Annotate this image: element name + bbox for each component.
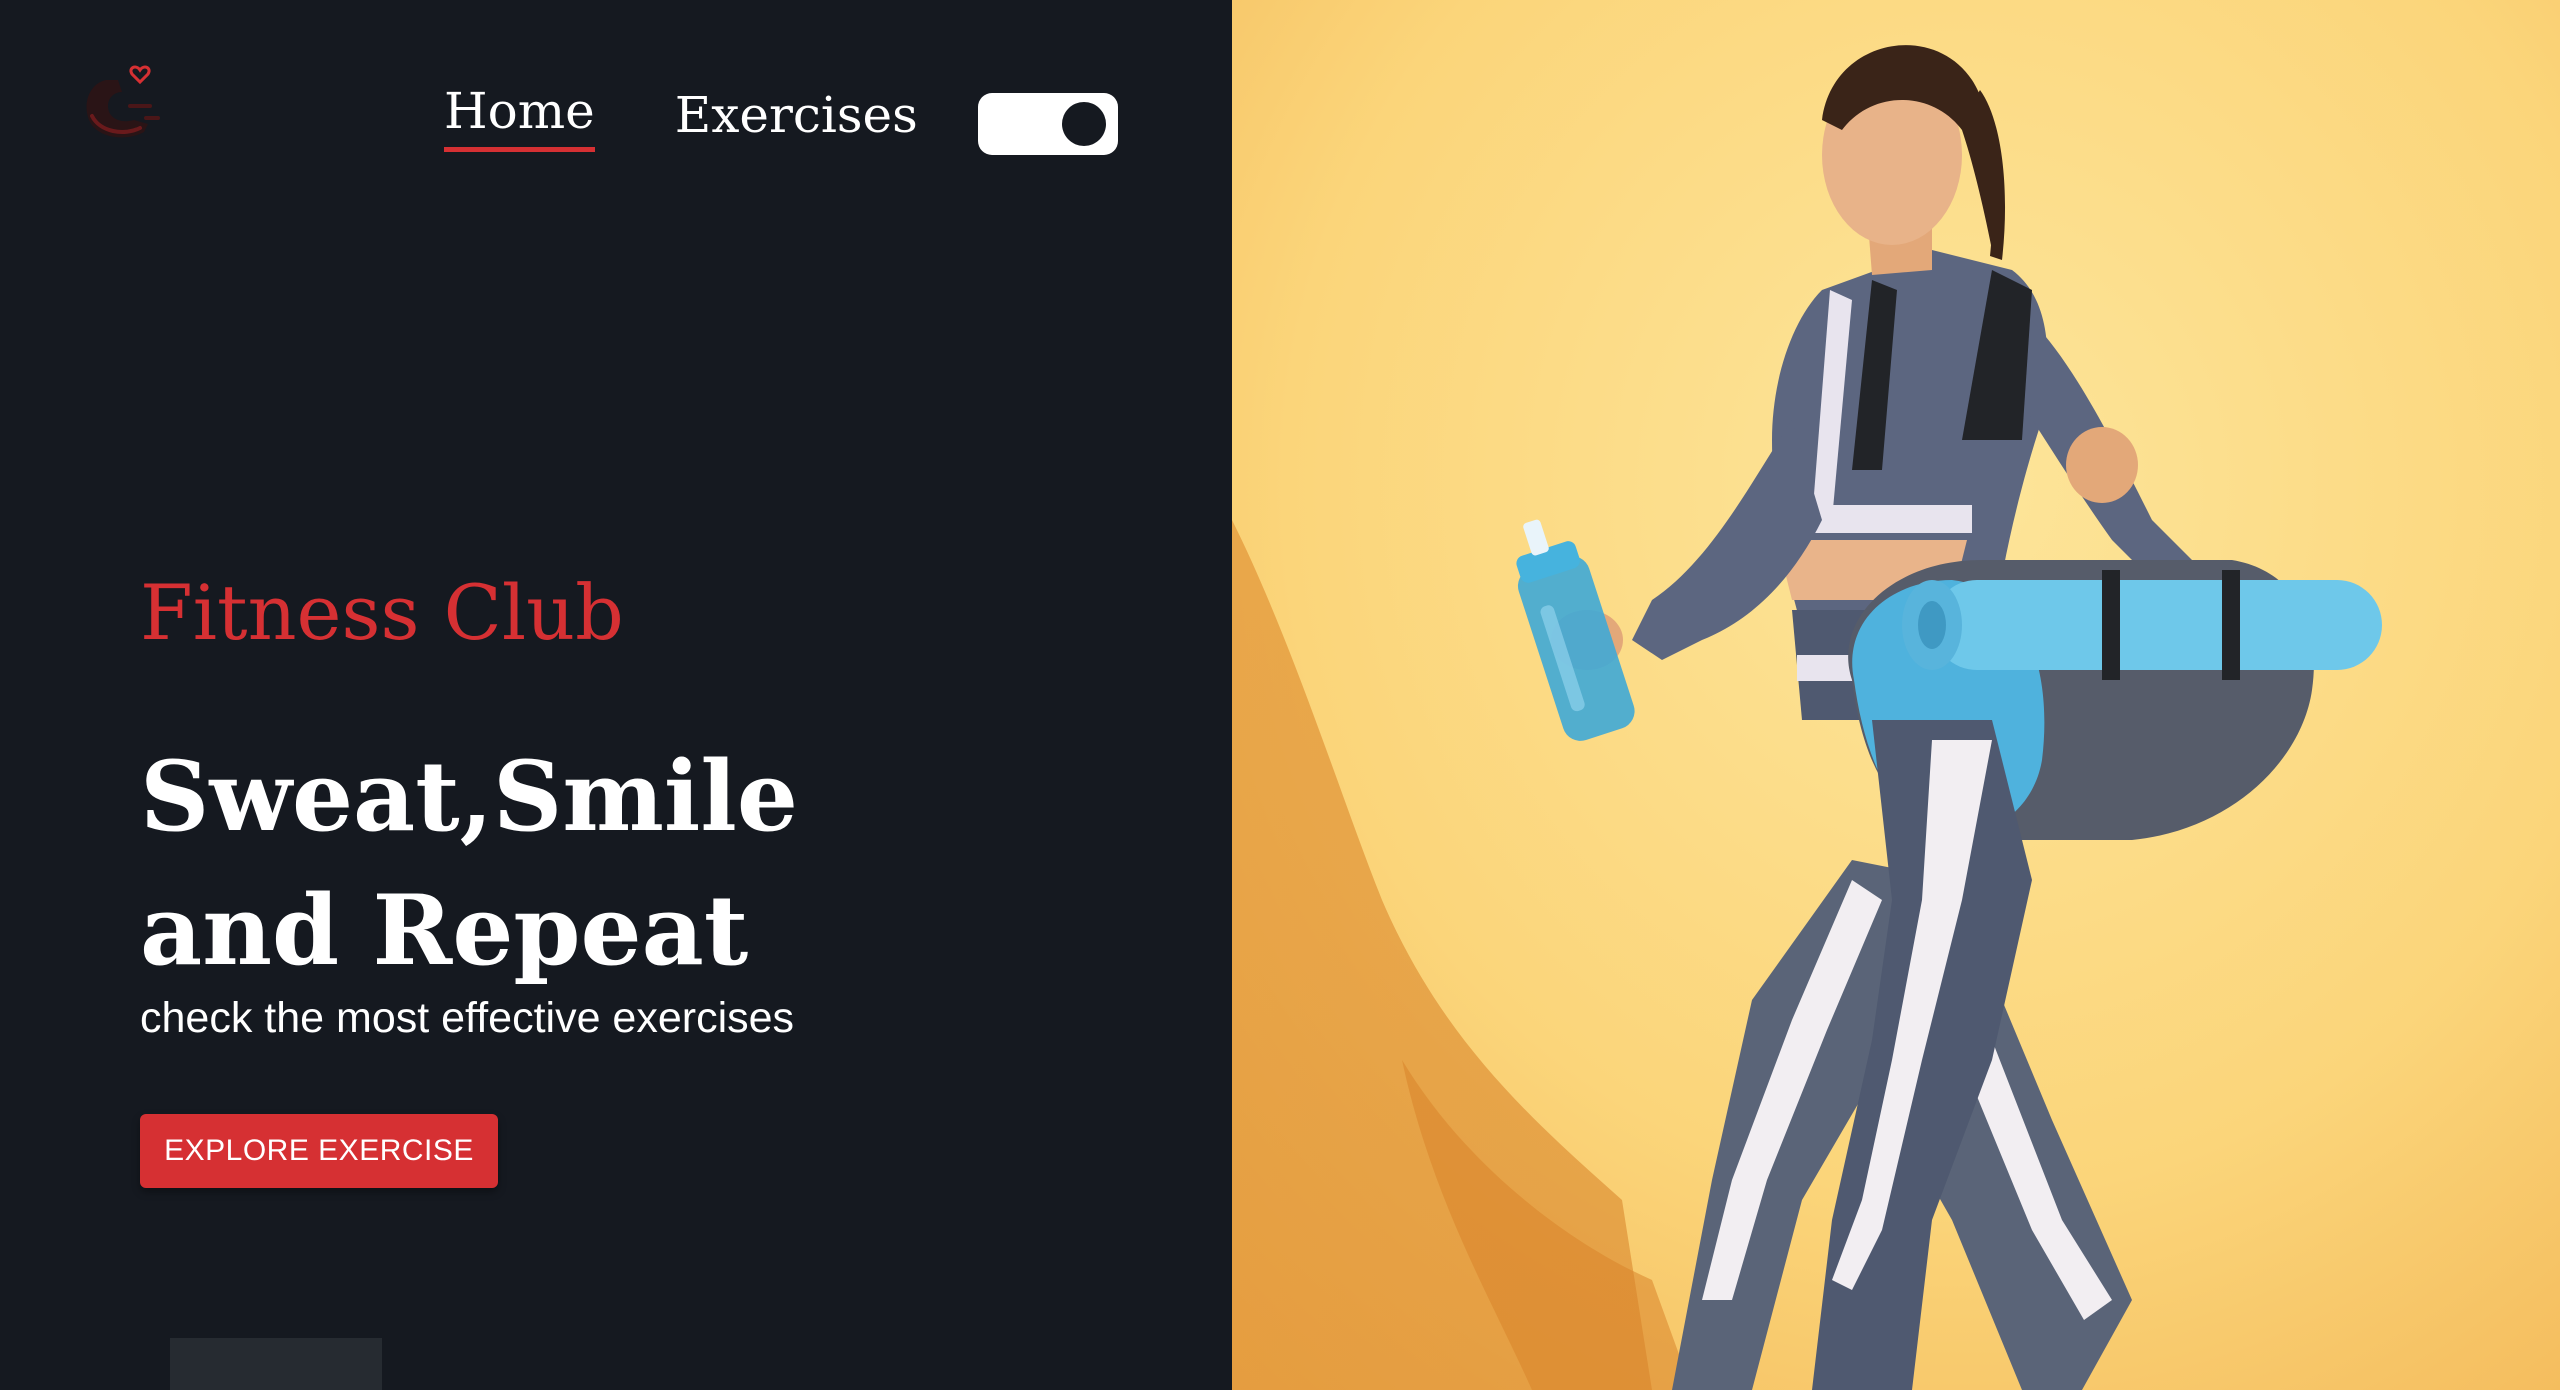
hero-subtitle: check the most effective exercises	[140, 994, 795, 1042]
main-nav: Home Exercises	[444, 84, 918, 152]
left-panel: Home Exercises Fitness Club Sweat,Smile …	[0, 0, 1232, 1390]
theme-toggle[interactable]	[978, 93, 1118, 155]
hero-headline: Sweat,Smile and Repeat	[140, 730, 798, 998]
logo-icon[interactable]	[78, 62, 168, 146]
page: Home Exercises Fitness Club Sweat,Smile …	[0, 0, 2560, 1390]
hero-headline-line1: Sweat,Smile	[140, 740, 798, 853]
hero-eyebrow: Fitness Club	[140, 568, 624, 657]
partial-card	[170, 1338, 382, 1390]
toggle-knob	[1062, 102, 1106, 146]
nav-link-home[interactable]: Home	[444, 84, 595, 152]
hero-image	[1232, 0, 2560, 1390]
nav-link-exercises[interactable]: Exercises	[675, 88, 918, 151]
explore-exercise-button[interactable]: EXPLORE EXERCISE	[140, 1114, 498, 1188]
woman-with-gym-bag-illustration	[1232, 0, 2560, 1390]
hero-headline-line2: and Repeat	[140, 874, 749, 987]
